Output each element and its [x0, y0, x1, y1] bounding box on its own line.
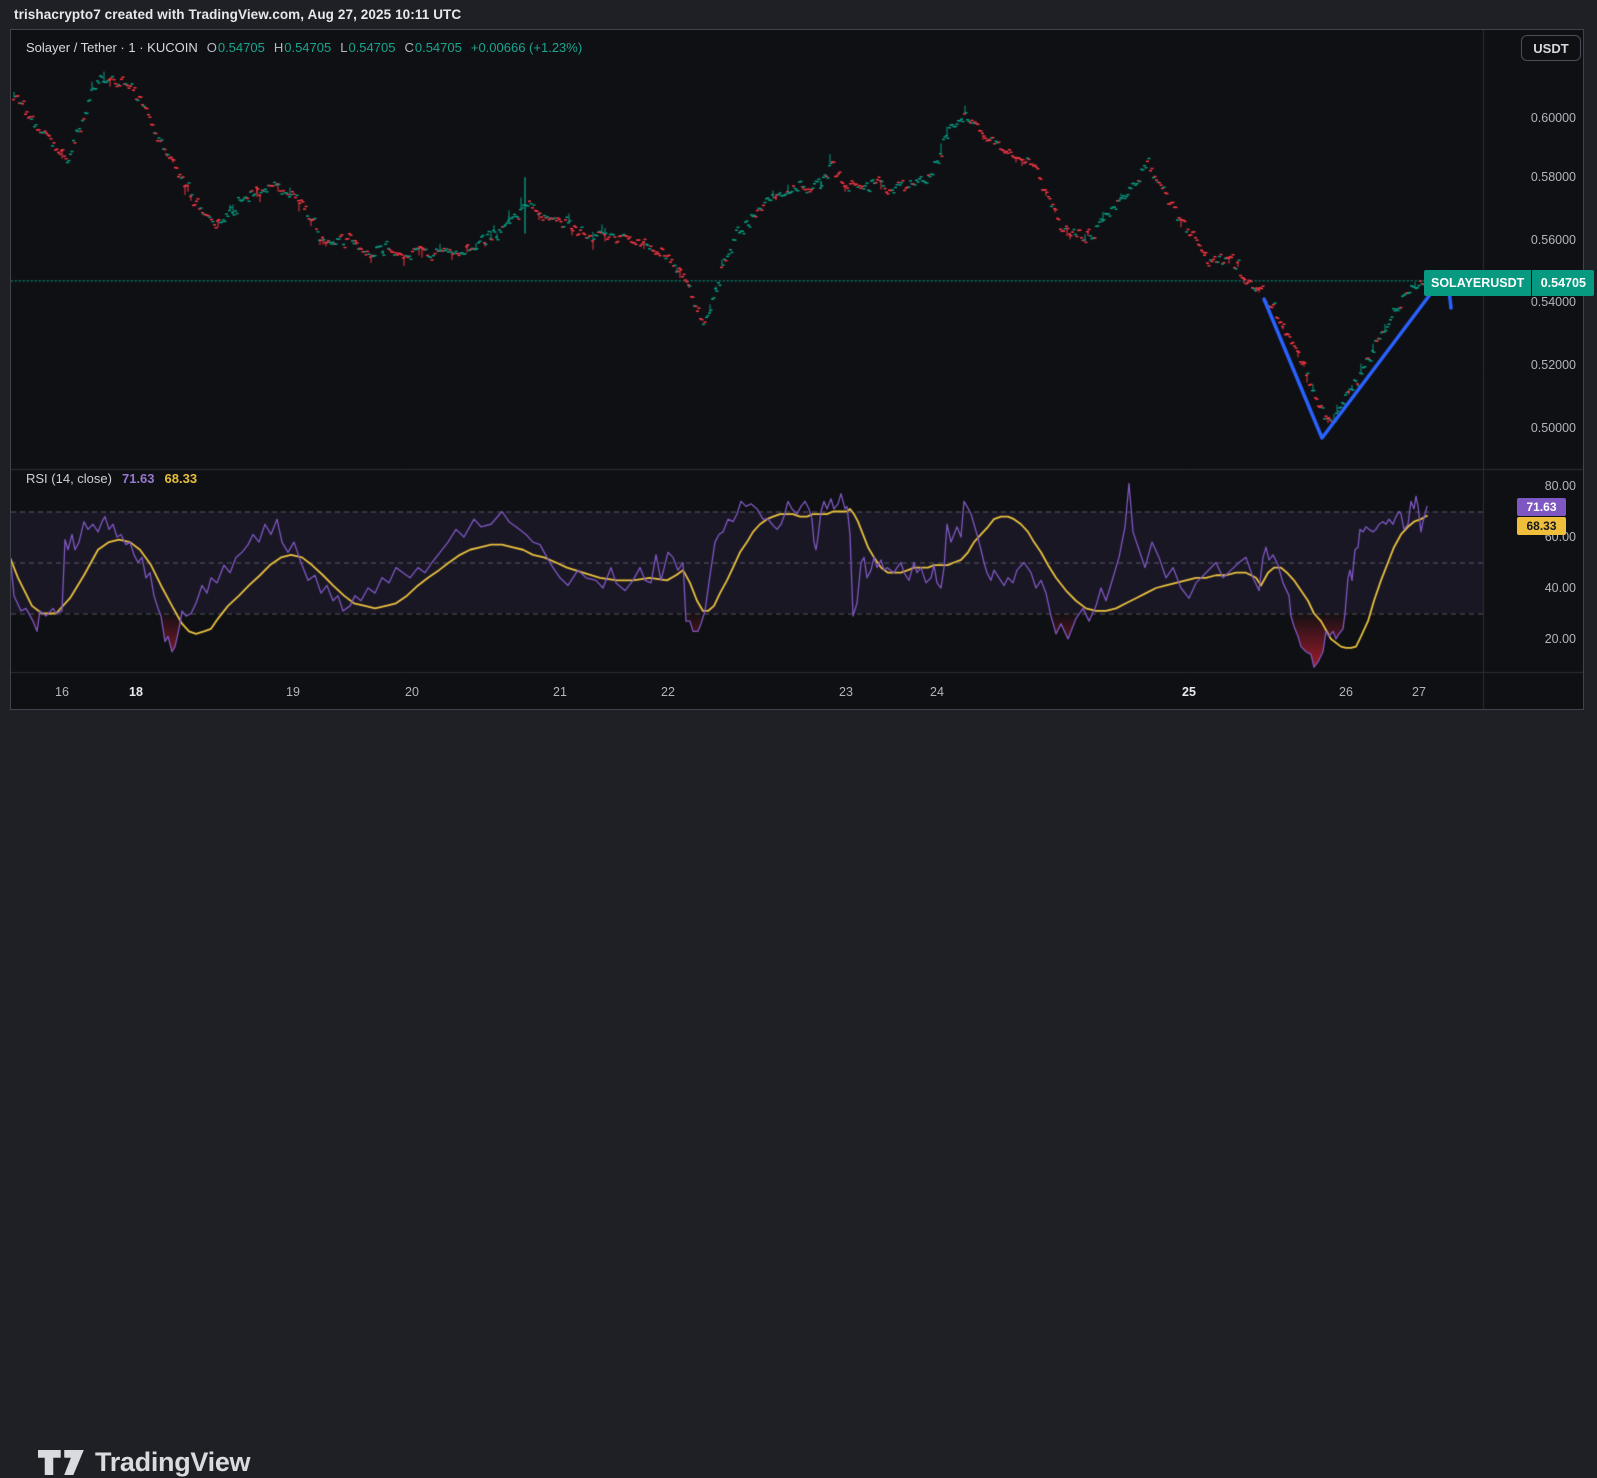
time-scale[interactable] [11, 672, 1583, 709]
attribution-text: trishacrypto7 created with TradingView.c… [14, 7, 461, 22]
header-bar: trishacrypto7 created with TradingView.c… [0, 0, 1597, 29]
footer-bar: TradingView [0, 710, 1597, 787]
tradingview-mark-icon [38, 1450, 84, 1475]
chart-widget [10, 29, 1584, 710]
price-scale[interactable] [1483, 30, 1583, 672]
chart-canvas[interactable] [11, 30, 1583, 709]
tradingview-wordmark: TradingView [95, 1447, 250, 1478]
tradingview-logo[interactable]: TradingView [38, 1447, 250, 1478]
